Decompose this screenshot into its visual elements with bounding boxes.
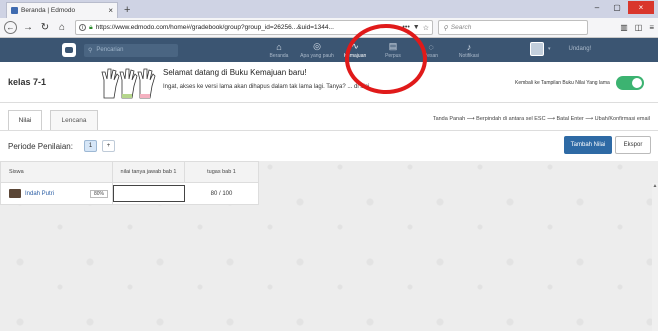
gradebook-table: Siswa nilai tanya jawab bab 1 tugas bab … — [0, 161, 259, 205]
assignment-column-header[interactable]: nilai tanya jawab bab 1 — [113, 162, 185, 182]
maximize-button[interactable]: ▢ — [608, 1, 626, 14]
discover-icon: ◎ — [313, 41, 321, 51]
bell-icon: ♪ — [466, 41, 472, 52]
pocket-icon[interactable]: ▼ — [413, 24, 420, 31]
nav-discover[interactable]: ◎ Apa yang pauh — [298, 38, 336, 62]
page-content: kelas 7-1 Selamat datang di Buku Kemajua… — [0, 62, 658, 331]
student-percent-badge: 80% — [89, 189, 108, 198]
toggle-label: Kembali ke Tampilan Buku Nilai Yang lama — [515, 80, 610, 86]
browser-tabstrip: Beranda | Edmodo × + – ▢ × — [0, 0, 658, 18]
welcome-text: Ingat, akses ke versi lama akan dihapus … — [163, 84, 371, 90]
url-text[interactable]: https://www.edmodo.com/home#/gradebook/g… — [96, 24, 400, 31]
toggle-knob — [632, 78, 642, 88]
home-browser-icon[interactable]: ⌂ — [56, 22, 68, 33]
hands-illustration-icon — [101, 68, 156, 99]
nav-label: Notifikasi — [458, 52, 480, 59]
keyboard-shortcuts-hint: Tanda Panah ⟶ Berpindah di antara sel ES… — [432, 116, 650, 122]
grade-cell[interactable]: 80 / 100 — [185, 183, 258, 204]
avatar[interactable] — [530, 42, 544, 56]
bookmark-star-icon[interactable]: ☆ — [423, 24, 429, 32]
student-name-link[interactable]: Indah Putri — [25, 191, 86, 197]
app-search-input[interactable]: ⚲ Pencarian — [84, 43, 178, 57]
table-header: Siswa nilai tanya jawab bab 1 tugas bab … — [0, 161, 259, 183]
assignment-column-header[interactable]: tugas bab 1 — [185, 162, 258, 182]
forward-icon[interactable]: → — [22, 22, 34, 33]
edmodo-logo-icon[interactable] — [62, 43, 76, 57]
nav-home[interactable]: ⌂ Beranda — [260, 38, 298, 62]
back-icon[interactable]: ← — [4, 21, 17, 34]
new-tab-button[interactable]: + — [124, 4, 130, 16]
student-cell: Indah Putri 80% — [1, 183, 113, 204]
nav-label: Beranda — [269, 52, 289, 59]
scroll-up-icon[interactable]: ▲ — [652, 183, 658, 189]
period-1-button[interactable]: 1 — [84, 140, 97, 152]
toolbar-icons: ▥ ◫ ≡ — [620, 23, 654, 32]
message-icon: ◌ — [428, 41, 434, 52]
reload-icon[interactable]: ↻ — [39, 22, 51, 33]
add-period-button[interactable]: + — [102, 140, 115, 152]
app-search-placeholder: Pencarian — [96, 47, 124, 53]
student-column-header: Siswa — [1, 162, 113, 182]
edmodo-favicon-icon — [11, 7, 18, 14]
student-avatar — [9, 189, 21, 198]
tab-title: Beranda | Edmodo — [21, 7, 76, 14]
tab-close-icon[interactable]: × — [108, 6, 113, 15]
invite-link[interactable]: Undang! — [569, 46, 592, 52]
grading-period-label: Periode Penilaian: — [8, 142, 73, 151]
page-title: kelas 7-1 — [8, 77, 47, 87]
search-icon: ⚲ — [443, 24, 448, 32]
chevron-down-icon[interactable]: ▾ — [548, 46, 551, 52]
tab-grades[interactable]: Nilai — [8, 110, 42, 130]
browser-navbar: ← → ↻ ⌂ i 🔒︎ https://www.edmodo.com/home… — [0, 18, 658, 38]
menu-icon[interactable]: ≡ — [649, 23, 654, 32]
lock-icon: 🔒︎ — [89, 23, 93, 31]
scrollbar[interactable]: ▲ — [652, 183, 658, 331]
export-button[interactable]: Ekspor — [615, 136, 651, 154]
content-tabs: Nilai Lencana Tanda Panah ⟶ Berpindah di… — [0, 103, 658, 131]
library-toolbar-icon[interactable]: ▥ — [620, 23, 628, 32]
add-grade-button[interactable]: Tambah Nilai — [564, 136, 612, 154]
nav-label: Apa yang pauh — [300, 53, 334, 59]
app-search-icon: ⚲ — [88, 47, 93, 54]
highlight-circle — [345, 24, 427, 94]
browser-tab[interactable]: Beranda | Edmodo × — [6, 2, 118, 18]
user-menu[interactable]: ▾ Undang! — [530, 42, 591, 56]
sidebar-toolbar-icon[interactable]: ◫ — [635, 23, 643, 32]
minimize-button[interactable]: – — [588, 1, 606, 14]
edmodo-header: ⚲ Pencarian ⌂ Beranda ◎ Apa yang pauh ∿ … — [0, 38, 658, 62]
home-icon: ⌂ — [276, 41, 282, 52]
nav-notifications[interactable]: ♪ Notifikasi — [450, 38, 488, 62]
search-placeholder: Search — [450, 24, 472, 31]
window-controls: – ▢ × — [588, 1, 654, 14]
grade-cell-editing[interactable] — [113, 185, 185, 202]
welcome-banner: kelas 7-1 Selamat datang di Buku Kemajua… — [0, 62, 658, 103]
old-view-toggle[interactable] — [616, 76, 644, 90]
grading-period-bar: Periode Penilaian: 1 + Tambah Nilai Eksp… — [0, 131, 658, 161]
welcome-title: Selamat datang di Buku Kemajuan baru! — [163, 68, 307, 77]
close-window-button[interactable]: × — [628, 1, 654, 14]
browser-search-box[interactable]: ⚲ Search — [438, 20, 588, 35]
info-icon[interactable]: i — [79, 24, 86, 31]
tab-badges[interactable]: Lencana — [50, 110, 98, 130]
table-row: Indah Putri 80% 80 / 100 — [0, 183, 259, 205]
